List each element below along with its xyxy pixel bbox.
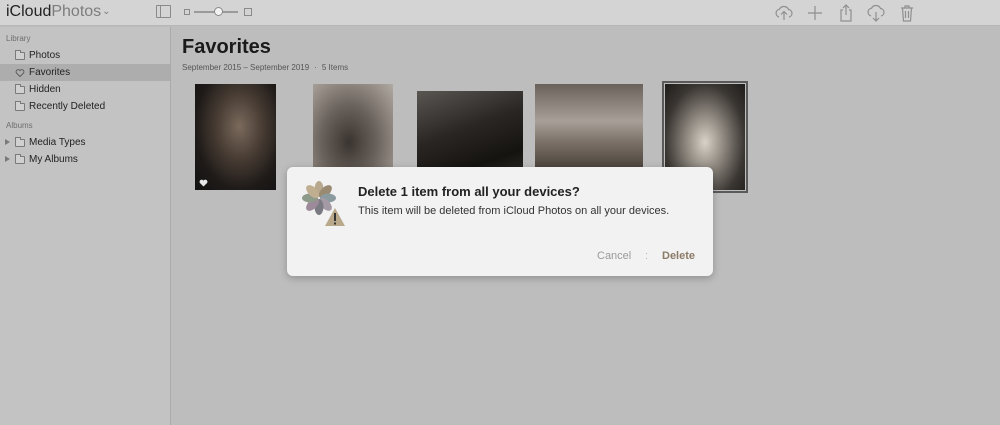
download-icon[interactable] — [866, 3, 886, 23]
photos-warning-icon — [302, 181, 345, 226]
app-title[interactable]: iCloudPhotos⌄ — [6, 3, 111, 21]
zoom-in-icon — [244, 8, 252, 16]
sidebar-item-photos[interactable]: Photos — [0, 47, 170, 64]
favorite-heart-icon — [199, 179, 208, 187]
delete-button[interactable]: Delete — [662, 250, 695, 262]
sidebar-item-my-albums[interactable]: My Albums — [0, 151, 170, 168]
add-icon[interactable] — [805, 3, 825, 23]
item-count: 5 Items — [321, 63, 349, 72]
date-range: September 2015 – September 2019 — [182, 63, 310, 72]
library-section-header: Library — [6, 34, 31, 43]
zoom-out-icon — [184, 9, 190, 15]
toolbar: iCloudPhotos⌄ — [0, 0, 1000, 26]
heart-icon — [15, 69, 25, 77]
sidebar-item-hidden[interactable]: Hidden — [0, 81, 170, 98]
folder-icon — [15, 154, 25, 164]
sidebar: Library Photos Favorites Hidden Recently… — [0, 27, 171, 425]
zoom-knob[interactable] — [213, 7, 223, 16]
cancel-button[interactable]: Cancel — [597, 250, 631, 262]
folder-icon — [15, 84, 25, 94]
chevron-down-icon[interactable]: ⌄ — [102, 6, 110, 17]
share-icon[interactable] — [836, 3, 856, 23]
zoom-slider[interactable] — [184, 6, 254, 18]
folder-icon — [15, 137, 25, 147]
sidebar-item-recently-deleted[interactable]: Recently Deleted — [0, 98, 170, 115]
sidebar-item-label: My Albums — [29, 154, 78, 165]
button-separator: : — [645, 250, 649, 262]
app-brand: iCloud — [6, 3, 52, 20]
sidebar-item-label: Recently Deleted — [29, 101, 106, 112]
folder-icon — [15, 50, 25, 60]
sidebar-toggle-icon[interactable] — [156, 5, 171, 18]
sidebar-item-favorites[interactable]: Favorites — [0, 64, 170, 81]
page-subtitle: September 2015 – September 2019 · 5 Items — [182, 63, 348, 72]
sidebar-item-label: Favorites — [29, 67, 71, 78]
disclosure-triangle-icon[interactable] — [5, 156, 10, 162]
dialog-message: This item will be deleted from iCloud Ph… — [358, 205, 670, 217]
delete-confirmation-dialog: Delete 1 item from all your devices? Thi… — [287, 167, 713, 276]
photo-thumbnail[interactable] — [195, 84, 276, 190]
trash-icon[interactable] — [897, 3, 917, 23]
subtitle-separator: · — [314, 63, 317, 72]
page-title: Favorites — [182, 36, 271, 58]
folder-icon — [15, 101, 25, 111]
sidebar-item-label: Photos — [29, 50, 61, 61]
sidebar-item-label: Hidden — [29, 84, 61, 95]
app-product: Photos — [51, 3, 102, 20]
albums-section-header: Albums — [6, 121, 33, 130]
disclosure-triangle-icon[interactable] — [5, 139, 10, 145]
upload-icon[interactable] — [774, 3, 794, 23]
dialog-title: Delete 1 item from all your devices? — [358, 184, 580, 199]
sidebar-item-media-types[interactable]: Media Types — [0, 134, 170, 151]
sidebar-item-label: Media Types — [29, 137, 86, 148]
